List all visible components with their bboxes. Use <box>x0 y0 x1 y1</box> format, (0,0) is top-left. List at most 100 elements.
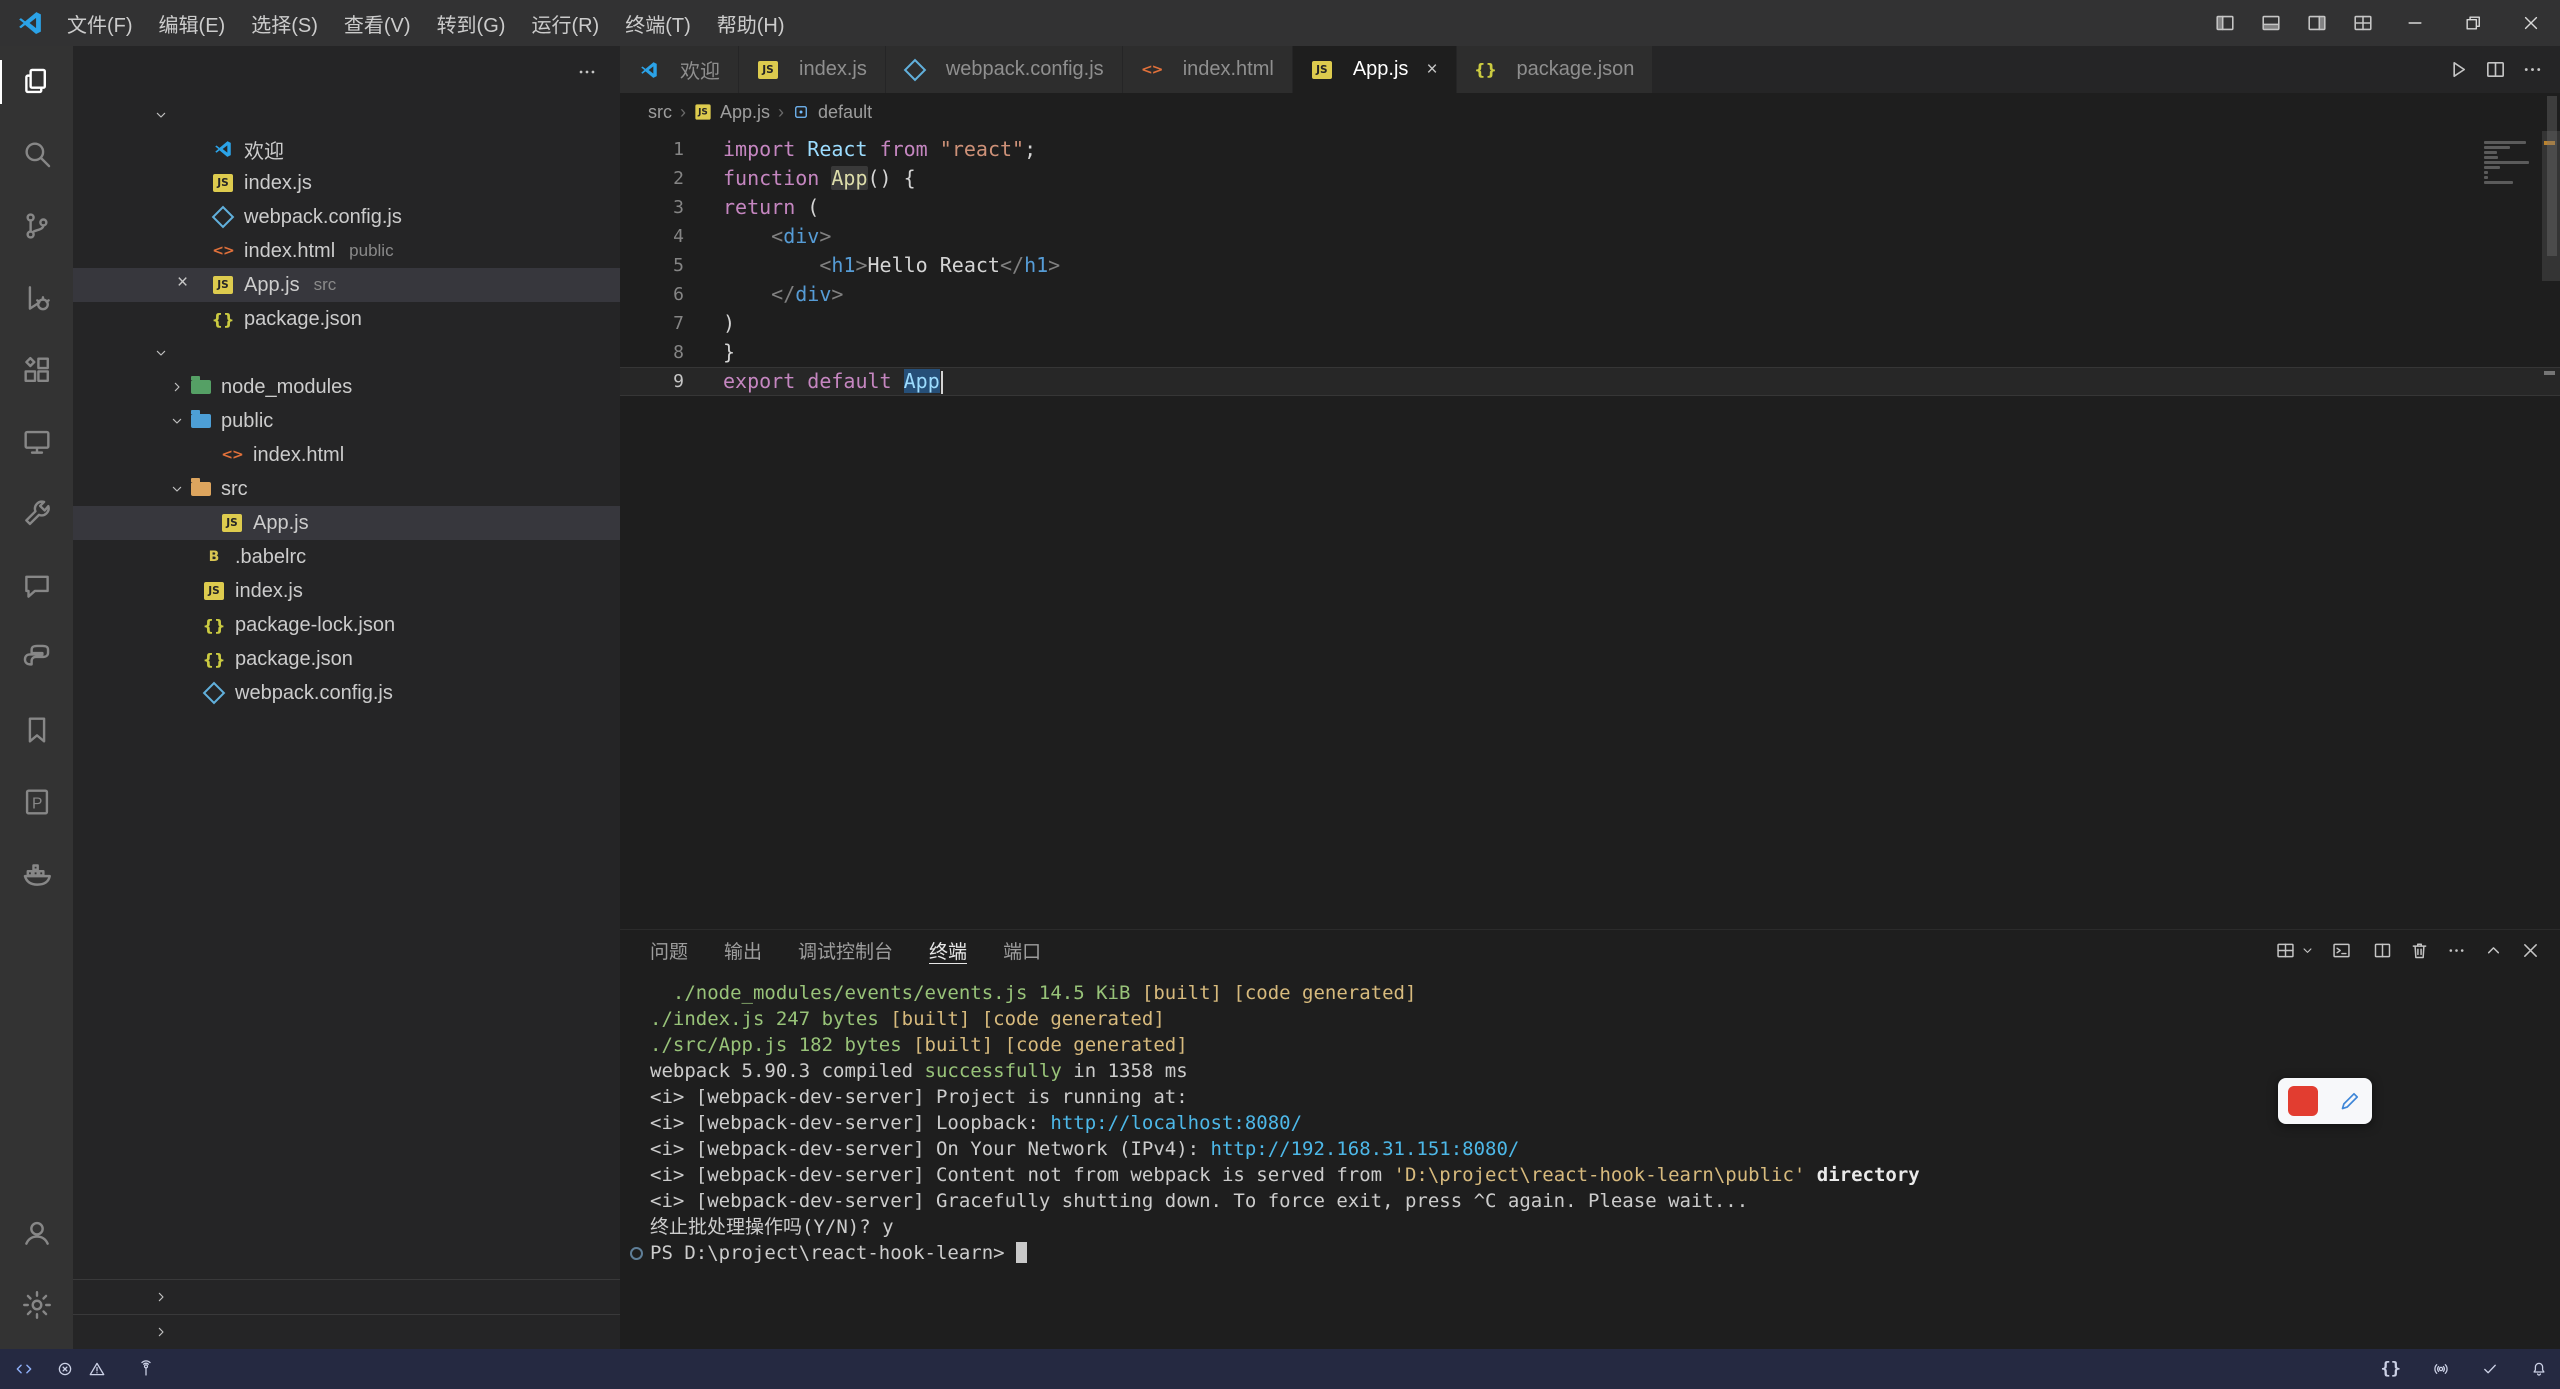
tree-item-index.html[interactable]: <>index.html <box>73 438 620 472</box>
panel-more-actions-button[interactable] <box>2441 937 2472 964</box>
code-line-3[interactable]: 3return ( <box>620 193 2560 222</box>
remote-indicator[interactable] <box>0 1349 44 1389</box>
kill-terminal-button[interactable] <box>2404 937 2435 964</box>
line-number[interactable]: 8 <box>620 338 684 367</box>
code-line-1[interactable]: 1import React from "react"; <box>620 135 2560 164</box>
terminal-instance-cmd[interactable] <box>2326 937 2361 964</box>
activity-settings[interactable] <box>0 1269 73 1341</box>
panel-tab-端口[interactable]: 端口 <box>1003 930 1041 970</box>
tab-欢迎[interactable]: 欢迎 <box>620 46 739 93</box>
activity-search[interactable] <box>0 118 73 190</box>
line-number[interactable]: 9 <box>620 367 684 396</box>
line-number[interactable]: 4 <box>620 222 684 251</box>
line-number[interactable]: 1 <box>620 135 684 164</box>
tab-index.html[interactable]: <>index.html <box>1123 46 1293 93</box>
breadcrumb-item-src[interactable]: src <box>648 102 672 123</box>
breadcrumb-item-default[interactable]: default <box>818 102 872 123</box>
run-button[interactable] <box>2447 58 2470 81</box>
menu-item-7[interactable]: 帮助(H) <box>704 0 798 46</box>
line-number[interactable]: 5 <box>620 251 684 280</box>
activity-docker[interactable] <box>0 838 73 910</box>
tree-item-.babelrc[interactable]: B.babelrc <box>73 540 620 574</box>
minimap[interactable] <box>2484 141 2534 186</box>
timeline-section-header[interactable] <box>73 1314 620 1349</box>
activity-tools[interactable] <box>0 478 73 550</box>
terminal-line[interactable]: PS D:\project\react-hook-learn> <box>650 1240 2560 1266</box>
line-number[interactable]: 6 <box>620 280 684 309</box>
indentation[interactable] <box>2297 1349 2321 1389</box>
terminal-views-button[interactable] <box>2270 937 2320 964</box>
tab-index.js[interactable]: JSindex.js <box>739 46 886 93</box>
panel-tab-输出[interactable]: 输出 <box>724 930 762 970</box>
code-editor[interactable]: 1import React from "react";2function App… <box>620 131 2560 929</box>
prettier-status[interactable] <box>2469 1349 2518 1389</box>
go-live-button[interactable] <box>2420 1349 2469 1389</box>
eol-selector[interactable] <box>2345 1349 2369 1389</box>
activity-bookmarks[interactable] <box>0 694 73 766</box>
menu-item-2[interactable]: 选择(S) <box>238 0 331 46</box>
problems-indicator[interactable] <box>44 1349 125 1389</box>
tree-item-package.json[interactable]: {}package.json <box>73 642 620 676</box>
line-number[interactable]: 7 <box>620 309 684 338</box>
line-number[interactable]: 3 <box>620 193 684 222</box>
menu-item-1[interactable]: 编辑(E) <box>146 0 239 46</box>
tree-item-public[interactable]: public <box>73 404 620 438</box>
tree-item-index.js[interactable]: JSindex.js <box>73 574 620 608</box>
open-editor-App.js[interactable]: ×JSApp.jssrc <box>73 268 620 302</box>
activity-run-debug[interactable] <box>0 262 73 334</box>
split-terminal-button[interactable] <box>2367 937 2398 964</box>
toggle-panel-button[interactable] <box>2248 0 2294 46</box>
toggle-sidebar-button[interactable] <box>2202 0 2248 46</box>
ports-indicator[interactable] <box>125 1349 174 1389</box>
tree-item-src[interactable]: src <box>73 472 620 506</box>
terminal-link[interactable]: http://192.168.31.151:8080/ <box>1211 1138 1520 1160</box>
menu-item-3[interactable]: 查看(V) <box>331 0 424 46</box>
activity-remote-explorer[interactable] <box>0 406 73 478</box>
terminal-link[interactable]: http://localhost:8080/ <box>1050 1112 1302 1134</box>
tab-webpack.config.js[interactable]: webpack.config.js <box>886 46 1123 93</box>
code-line-9[interactable]: 9export default App <box>620 367 2560 396</box>
panel-tab-终端[interactable]: 终端 <box>929 930 967 970</box>
menu-item-6[interactable]: 终端(T) <box>612 0 704 46</box>
activity-python[interactable] <box>0 622 73 694</box>
ime-logo[interactable] <box>2288 1086 2318 1116</box>
close-tab-icon[interactable]: × <box>1426 59 1437 81</box>
tab-App.js[interactable]: JSApp.js× <box>1293 46 1457 93</box>
encoding[interactable] <box>2321 1349 2345 1389</box>
split-editor-button[interactable] <box>2484 58 2507 81</box>
tab-package.json[interactable]: {}package.json <box>1457 46 1654 93</box>
maximize-panel-button[interactable] <box>2478 937 2509 964</box>
terminal-scrollbar[interactable] <box>2547 96 2557 256</box>
toggle-secondary-sidebar-button[interactable] <box>2294 0 2340 46</box>
open-editor-index.html[interactable]: <>index.htmlpublic <box>73 234 620 268</box>
open-editor-index.js[interactable]: JSindex.js <box>73 166 620 200</box>
activity-project-manager[interactable]: P <box>0 766 73 838</box>
menu-item-5[interactable]: 运行(R) <box>518 0 612 46</box>
code-line-4[interactable]: 4 <div> <box>620 222 2560 251</box>
outline-section-header[interactable] <box>73 1279 620 1314</box>
tree-item-package-lock.json[interactable]: {}package-lock.json <box>73 608 620 642</box>
notifications-bell[interactable] <box>2518 1349 2560 1389</box>
open-editor-package.json[interactable]: {}package.json <box>73 302 620 336</box>
close-editor-icon[interactable]: × <box>177 272 188 294</box>
more-actions-icon[interactable] <box>576 61 598 83</box>
activity-account[interactable] <box>0 1197 73 1269</box>
activity-explorer[interactable] <box>0 46 73 118</box>
tree-item-webpack.config.js[interactable]: webpack.config.js <box>73 676 620 710</box>
customize-layout-button[interactable] <box>2340 0 2386 46</box>
restore-button[interactable] <box>2444 0 2502 46</box>
close-panel-button[interactable] <box>2515 937 2546 964</box>
cursor-position[interactable] <box>2273 1349 2297 1389</box>
code-line-7[interactable]: 7) <box>620 309 2560 338</box>
code-line-5[interactable]: 5 <h1>Hello React</h1> <box>620 251 2560 280</box>
code-line-8[interactable]: 8} <box>620 338 2560 367</box>
open-editors-section-header[interactable] <box>73 98 620 132</box>
project-section-header[interactable] <box>73 336 620 370</box>
activity-extensions[interactable] <box>0 334 73 406</box>
minimize-button[interactable] <box>2386 0 2444 46</box>
line-number[interactable]: 2 <box>620 164 684 193</box>
menu-item-4[interactable]: 转到(G) <box>424 0 519 46</box>
open-editor-欢迎[interactable]: 欢迎 <box>73 132 620 166</box>
terminal-output[interactable]: ./node_modules/events/events.js 14.5 KiB… <box>620 970 2560 1349</box>
activity-source-control[interactable] <box>0 190 73 262</box>
